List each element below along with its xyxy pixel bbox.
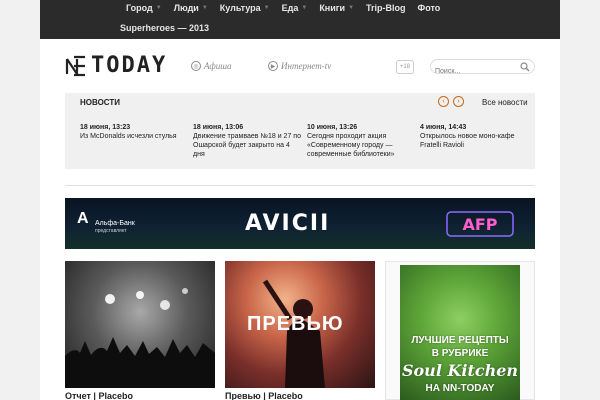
nav-item-city[interactable]: Город ▼ bbox=[120, 3, 168, 13]
news-headline[interactable]: Сегодня проходит акция «Современному гор… bbox=[307, 132, 415, 159]
preview-overlay-text: ПРЕВЬЮ bbox=[247, 313, 344, 335]
news-prev-button[interactable]: ‹ bbox=[438, 96, 449, 107]
target-icon: ◎ bbox=[191, 61, 201, 71]
afisha-link[interactable]: ◎ Афиша bbox=[191, 61, 232, 71]
nav-item-label: Люди bbox=[173, 3, 199, 13]
nav-item-photo[interactable]: Фото bbox=[412, 3, 447, 13]
chevron-down-icon: ▼ bbox=[348, 5, 355, 11]
news-title: НОВОСТИ bbox=[80, 98, 121, 107]
card-report-image[interactable] bbox=[65, 261, 215, 388]
nav-item-label: Trip-Blog bbox=[366, 3, 406, 13]
nav-item-superheroes[interactable]: Superheroes — 2013 bbox=[120, 23, 209, 33]
search-input[interactable] bbox=[435, 68, 515, 75]
card-preview-image[interactable]: ПРЕВЬЮ bbox=[225, 261, 375, 388]
top-navigation-bar: Город ▼ Люди ▼ Культура ▼ Еда ▼ Книги ▼ Trip-… bbox=[40, 0, 560, 39]
nav-item-food[interactable]: Еда ▼ bbox=[276, 3, 314, 13]
card-preview-title[interactable]: Превью | Placebo bbox=[225, 391, 303, 400]
nav-item-label: Город bbox=[126, 3, 153, 13]
news-date: 18 июня, 13:06 bbox=[193, 124, 244, 131]
salad-image: ЛУЧШИЕ РЕЦЕПТЫ В РУБРИКЕ Soul Kitchen НА… bbox=[400, 265, 520, 400]
nav-item-books[interactable]: Книги ▼ bbox=[313, 3, 360, 13]
news-date: 4 июня, 14:43 bbox=[420, 124, 467, 131]
concert-crowd-image bbox=[65, 288, 215, 388]
promo-heading: Soul Kitchen bbox=[401, 361, 519, 380]
ad-banner[interactable]: А Альфа-Банк представляет AVICII AFP bbox=[65, 198, 535, 249]
main-menu: Город ▼ Люди ▼ Культура ▼ Еда ▼ Книги ▼ Trip-… bbox=[120, 3, 446, 13]
nav-item-culture[interactable]: Культура ▼ bbox=[214, 3, 276, 13]
nav-item-label: Культура bbox=[219, 3, 261, 13]
promo-line: НА NN-TODAY bbox=[425, 383, 495, 394]
news-headline[interactable]: Движение трамваев №18 и 27 по Ошарской б… bbox=[193, 132, 301, 159]
site-logo[interactable]: TODAY bbox=[65, 53, 167, 78]
nav-item-trip-blog[interactable]: Trip-Blog bbox=[360, 3, 412, 13]
promo-line: В РУБРИКЕ bbox=[431, 348, 489, 359]
nav-item-label: Фото bbox=[417, 3, 441, 13]
card-report-title[interactable]: Отчет | Placebo bbox=[65, 391, 133, 400]
banner-artist: AVICII bbox=[245, 211, 331, 236]
chevron-down-icon: ▼ bbox=[201, 5, 208, 11]
page-content: TODAY ◎ Афиша ▶ Интернет-tv +18 НОВОСТИ … bbox=[40, 39, 560, 400]
news-next-button[interactable]: › bbox=[453, 96, 464, 107]
logo-mark-icon bbox=[65, 55, 85, 76]
bank-logo: А bbox=[77, 210, 89, 227]
promo-line: ЛУЧШИЕ РЕЦЕПТЫ bbox=[411, 335, 509, 346]
divider bbox=[65, 185, 535, 186]
chevron-down-icon: ▼ bbox=[301, 5, 308, 11]
afp-logo: AFP bbox=[446, 211, 514, 237]
afisha-label: Афиша bbox=[204, 61, 232, 71]
search-box bbox=[430, 59, 535, 75]
search-icon[interactable] bbox=[520, 62, 530, 72]
side-promo[interactable]: ЛУЧШИЕ РЕЦЕПТЫ В РУБРИКЕ Soul Kitchen НА… bbox=[385, 261, 535, 400]
internet-tv-label: Интернет-tv bbox=[281, 61, 332, 71]
news-headline[interactable]: Открылось новое моно-кафе Fratelli Ravio… bbox=[420, 132, 528, 150]
news-item[interactable]: 10 июня, 13:26 Сегодня проходит акция «С… bbox=[307, 123, 415, 159]
nav-item-people[interactable]: Люди ▼ bbox=[168, 3, 214, 13]
bank-subtitle: представляет bbox=[95, 228, 127, 234]
internet-tv-link[interactable]: ▶ Интернет-tv bbox=[268, 61, 331, 71]
news-headline[interactable]: Из McDonalds исчезли стулья bbox=[80, 132, 188, 141]
news-block: НОВОСТИ ‹ › Все новости 18 июня, 13:23 И… bbox=[65, 93, 535, 169]
logo-text: TODAY bbox=[91, 53, 168, 78]
news-date: 10 июня, 13:26 bbox=[307, 124, 358, 131]
news-item[interactable]: 18 июня, 13:06 Движение трамваев №18 и 2… bbox=[193, 123, 301, 159]
news-item[interactable]: 4 июня, 14:43 Открылось новое моно-кафе … bbox=[420, 123, 528, 150]
nav-item-label: Еда bbox=[281, 3, 299, 13]
age-badge: +18 bbox=[396, 60, 414, 74]
bank-name: Альфа-Банк bbox=[95, 220, 135, 227]
news-item[interactable]: 18 июня, 13:23 Из McDonalds исчезли стул… bbox=[80, 123, 188, 141]
news-date: 18 июня, 13:23 bbox=[80, 124, 131, 131]
svg-text:AFP: AFP bbox=[462, 215, 497, 234]
play-icon: ▶ bbox=[268, 61, 278, 71]
all-news-link[interactable]: Все новости bbox=[482, 98, 528, 107]
chevron-down-icon: ▼ bbox=[155, 5, 162, 11]
chevron-down-icon: ▼ bbox=[263, 5, 270, 11]
nav-item-label: Книги bbox=[319, 3, 346, 13]
